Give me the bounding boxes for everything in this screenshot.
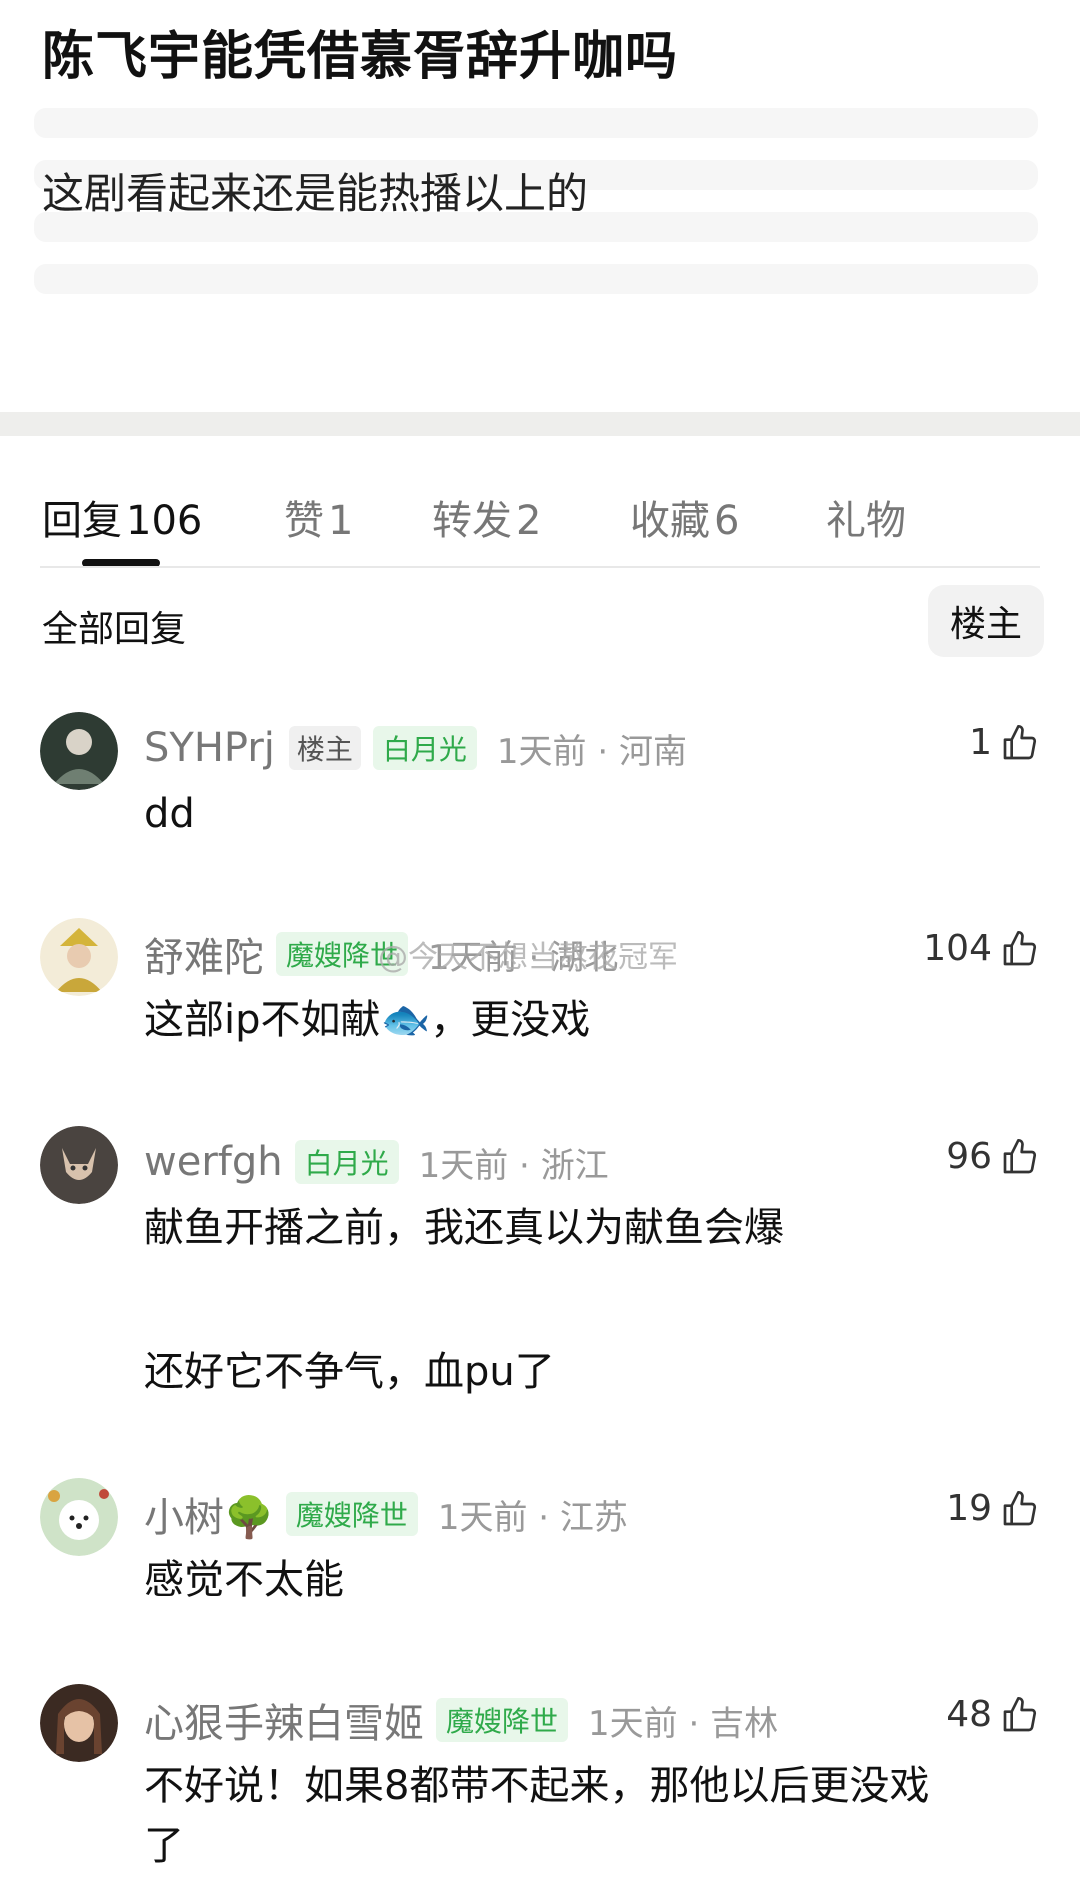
like-count: 1 bbox=[969, 722, 992, 763]
comment-text: dd bbox=[144, 791, 195, 837]
username[interactable]: werfgh bbox=[144, 1139, 283, 1185]
comment-time: 1天前 · 吉林 bbox=[588, 1703, 779, 1744]
tab-count: 6 bbox=[714, 498, 740, 544]
like-count: 104 bbox=[923, 928, 992, 969]
location-text: 浙江 bbox=[540, 1145, 609, 1186]
username[interactable]: 小树🌳 bbox=[144, 1485, 274, 1543]
username[interactable]: 心狠手辣白雪姬 bbox=[144, 1691, 424, 1749]
watermark: @今天不想当熬夜冠军 bbox=[378, 940, 678, 975]
fan-badge: 魔嫂降世 bbox=[285, 1492, 418, 1536]
comment-time: 1天前 · 江苏 bbox=[437, 1497, 628, 1538]
avatar[interactable] bbox=[40, 918, 118, 996]
like-button[interactable]: 104 bbox=[923, 928, 1040, 969]
comment-meta: 小树🌳 魔嫂降世 1天前 · 江苏 bbox=[144, 1486, 628, 1542]
tab-reposts[interactable]: 转发 2 bbox=[432, 488, 541, 546]
location-text: 江苏 bbox=[559, 1497, 628, 1538]
tab-count: 106 bbox=[126, 498, 203, 544]
tab-replies[interactable]: 回复 106 bbox=[42, 488, 202, 546]
thumbs-up-icon bbox=[1003, 1696, 1037, 1731]
tab-label: 转发 bbox=[432, 498, 512, 544]
thumbs-up-icon bbox=[1003, 1490, 1037, 1525]
like-count: 48 bbox=[946, 1694, 992, 1735]
tab-likes[interactable]: 赞1 bbox=[284, 488, 353, 546]
like-count: 19 bbox=[946, 1488, 992, 1529]
all-replies-label: 全部回复 bbox=[42, 609, 187, 650]
avatar[interactable] bbox=[40, 1684, 118, 1762]
post-title: 陈飞宇能凭借慕胥辞升咖吗 bbox=[42, 27, 679, 87]
comment-time: 1天前 · 河南 bbox=[496, 731, 687, 772]
avatar[interactable] bbox=[40, 712, 118, 790]
avatar[interactable] bbox=[40, 1478, 118, 1556]
fan-badge: 白月光 bbox=[372, 726, 477, 770]
time-text: 1天前 bbox=[418, 1145, 509, 1186]
tab-label: 礼物 bbox=[826, 498, 906, 544]
tab-count: 2 bbox=[516, 498, 542, 544]
time-text: 1天前 bbox=[588, 1703, 678, 1744]
location-text: 河南 bbox=[619, 731, 687, 772]
tab-label: 收藏 bbox=[630, 498, 710, 544]
comment-text-line: 了 bbox=[144, 1823, 184, 1869]
comment-text-line: 不好说！如果8都带不起来，那他以后更没戏 bbox=[144, 1763, 930, 1809]
fan-badge: 白月光 bbox=[294, 1140, 399, 1184]
time-text: 1天前 bbox=[437, 1497, 528, 1538]
tab-bar: 回复 106 赞1 转发 2 收藏 6 礼物 bbox=[0, 436, 1080, 568]
tab-label: 回复 bbox=[42, 498, 122, 544]
comment-meta: werfgh 白月光 1天前 · 浙江 bbox=[144, 1134, 609, 1190]
like-button[interactable]: 19 bbox=[946, 1488, 1040, 1529]
comment-text: 这部ip不如献🐟，更没戏 bbox=[144, 997, 591, 1043]
tab-favorites[interactable]: 收藏 6 bbox=[630, 488, 739, 546]
fan-badge: 魔嫂降世 bbox=[436, 1698, 569, 1742]
thumbs-up-icon bbox=[1003, 1138, 1037, 1173]
username[interactable]: 舒难陀 bbox=[144, 925, 264, 983]
time-text: 1天前 bbox=[496, 731, 587, 772]
comment-text-line: 献鱼开播之前，我还真以为献鱼会爆 bbox=[144, 1205, 784, 1251]
location-text: 吉林 bbox=[710, 1703, 779, 1744]
tab-gifts[interactable]: 礼物 bbox=[826, 488, 906, 546]
owner-only-filter-button[interactable]: 楼主 bbox=[928, 585, 1044, 657]
comment-time: 1天前 · 浙江 bbox=[418, 1145, 609, 1186]
comment-meta: SYHPrj 楼主 白月光 1天前 · 河南 bbox=[144, 720, 687, 776]
comment-meta: 心狠手辣白雪姬 魔嫂降世 1天前 · 吉林 bbox=[144, 1692, 778, 1748]
comment-text: 感觉不太能 bbox=[144, 1557, 344, 1603]
owner-badge: 楼主 bbox=[288, 726, 361, 770]
section-divider bbox=[0, 412, 1080, 436]
post-body: 这剧看起来还是能热播以上的 bbox=[42, 169, 589, 218]
like-count: 96 bbox=[946, 1136, 992, 1177]
thumbs-up-icon bbox=[1003, 724, 1037, 759]
like-button[interactable]: 96 bbox=[946, 1136, 1040, 1177]
username[interactable]: SYHPrj bbox=[144, 725, 275, 771]
tab-bar-border bbox=[40, 566, 1040, 568]
like-button[interactable]: 48 bbox=[946, 1694, 1040, 1735]
thumbs-up-icon bbox=[1003, 930, 1037, 965]
tab-count: 1 bbox=[328, 498, 354, 544]
post-header: 陈飞宇能凭借慕胥辞升咖吗 这剧看起来还是能热播以上的 bbox=[0, 0, 1080, 412]
tab-label: 赞 bbox=[284, 498, 324, 544]
like-button[interactable]: 1 bbox=[969, 722, 1040, 763]
comment-text-line: 还好它不争气，血pu了 bbox=[144, 1349, 555, 1395]
avatar[interactable] bbox=[40, 1126, 118, 1204]
